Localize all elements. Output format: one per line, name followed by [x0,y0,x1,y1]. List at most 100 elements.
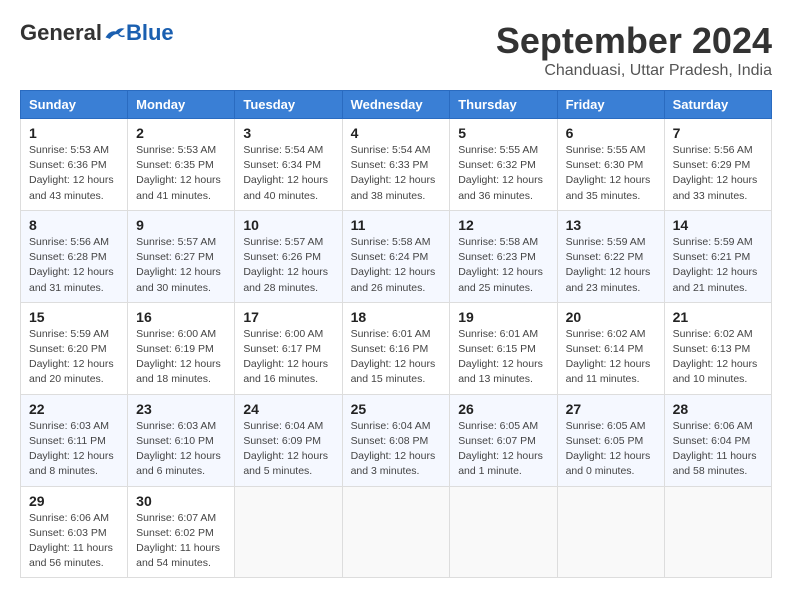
day-number: 17 [243,309,333,325]
calendar-cell: 27 Sunrise: 6:05 AM Sunset: 6:05 PM Dayli… [557,394,664,486]
calendar-cell: 7Sunrise: 5:56 AM Sunset: 6:29 PM Daylig… [664,119,771,211]
day-info: Sunrise: 5:55 AM Sunset: 6:32 PM Dayligh… [458,143,548,204]
calendar-cell: 15 Sunrise: 5:59 AM Sunset: 6:20 PM Dayli… [21,302,128,394]
day-number: 23 [136,401,226,417]
calendar-cell: 30 Sunrise: 6:07 AM Sunset: 6:02 PM Dayli… [128,486,235,578]
day-info: Sunrise: 5:59 AM Sunset: 6:20 PM Dayligh… [29,327,119,388]
calendar-cell: 18 Sunrise: 6:01 AM Sunset: 6:16 PM Dayli… [342,302,450,394]
day-info: Sunrise: 6:03 AM Sunset: 6:10 PM Dayligh… [136,419,226,480]
day-number: 21 [673,309,763,325]
calendar-cell [235,486,342,578]
day-info: Sunrise: 5:59 AM Sunset: 6:21 PM Dayligh… [673,235,763,296]
calendar-cell: 4 Sunrise: 5:54 AM Sunset: 6:33 PM Daylig… [342,119,450,211]
day-number: 30 [136,493,226,509]
title-area: September 2024 Chanduasi, Uttar Pradesh,… [496,20,772,80]
day-number: 9 [136,217,226,233]
day-number: 18 [351,309,442,325]
calendar-cell: 12 Sunrise: 5:58 AM Sunset: 6:23 PM Dayli… [450,210,557,302]
day-info: Sunrise: 6:02 AM Sunset: 6:14 PM Dayligh… [566,327,656,388]
calendar-cell: 19 Sunrise: 6:01 AM Sunset: 6:15 PM Dayli… [450,302,557,394]
day-number: 3 [243,125,333,141]
calendar-header-row: SundayMondayTuesdayWednesdayThursdayFrid… [21,91,772,119]
day-number: 14 [673,217,763,233]
month-title: September 2024 [496,20,772,62]
day-info: Sunrise: 5:58 AM Sunset: 6:23 PM Dayligh… [458,235,548,296]
day-info: Sunrise: 5:53 AM Sunset: 6:35 PM Dayligh… [136,143,226,204]
calendar-cell: 23 Sunrise: 6:03 AM Sunset: 6:10 PM Dayli… [128,394,235,486]
weekday-header-thursday: Thursday [450,91,557,119]
calendar-cell: 11Sunrise: 5:58 AM Sunset: 6:24 PM Dayli… [342,210,450,302]
calendar-cell: 13 Sunrise: 5:59 AM Sunset: 6:22 PM Dayli… [557,210,664,302]
day-number: 2 [136,125,226,141]
calendar-cell: 25 Sunrise: 6:04 AM Sunset: 6:08 PM Dayli… [342,394,450,486]
calendar-cell: 26 Sunrise: 6:05 AM Sunset: 6:07 PM Dayli… [450,394,557,486]
day-info: Sunrise: 6:01 AM Sunset: 6:16 PM Dayligh… [351,327,442,388]
day-number: 6 [566,125,656,141]
location-title: Chanduasi, Uttar Pradesh, India [496,62,772,80]
day-number: 7 [673,125,763,141]
day-number: 20 [566,309,656,325]
day-number: 10 [243,217,333,233]
day-number: 15 [29,309,119,325]
calendar-cell: 6 Sunrise: 5:55 AM Sunset: 6:30 PM Daylig… [557,119,664,211]
calendar-cell: 10 Sunrise: 5:57 AM Sunset: 6:26 PM Dayli… [235,210,342,302]
day-info: Sunrise: 5:54 AM Sunset: 6:34 PM Dayligh… [243,143,333,204]
day-info: Sunrise: 5:59 AM Sunset: 6:22 PM Dayligh… [566,235,656,296]
calendar-cell: 2 Sunrise: 5:53 AM Sunset: 6:35 PM Daylig… [128,119,235,211]
calendar-week-row: 29 Sunrise: 6:06 AM Sunset: 6:03 PM Dayli… [21,486,772,578]
day-info: Sunrise: 6:05 AM Sunset: 6:07 PM Dayligh… [458,419,548,480]
day-info: Sunrise: 6:03 AM Sunset: 6:11 PM Dayligh… [29,419,119,480]
logo-general-text: General [20,20,102,46]
day-info: Sunrise: 6:04 AM Sunset: 6:08 PM Dayligh… [351,419,442,480]
day-number: 27 [566,401,656,417]
calendar-cell: 28 Sunrise: 6:06 AM Sunset: 6:04 PM Dayli… [664,394,771,486]
calendar-week-row: 1 Sunrise: 5:53 AM Sunset: 6:36 PM Daylig… [21,119,772,211]
calendar-cell [664,486,771,578]
day-info: Sunrise: 6:06 AM Sunset: 6:03 PM Dayligh… [29,511,119,572]
calendar-cell: 3 Sunrise: 5:54 AM Sunset: 6:34 PM Daylig… [235,119,342,211]
calendar-cell [342,486,450,578]
day-info: Sunrise: 6:07 AM Sunset: 6:02 PM Dayligh… [136,511,226,572]
weekday-header-friday: Friday [557,91,664,119]
calendar-cell: 20 Sunrise: 6:02 AM Sunset: 6:14 PM Dayli… [557,302,664,394]
calendar-cell [450,486,557,578]
day-number: 4 [351,125,442,141]
calendar-cell: 22 Sunrise: 6:03 AM Sunset: 6:11 PM Dayli… [21,394,128,486]
day-info: Sunrise: 6:05 AM Sunset: 6:05 PM Dayligh… [566,419,656,480]
page-header: General Blue September 2024 Chanduasi, U… [20,20,772,80]
calendar-cell: 5 Sunrise: 5:55 AM Sunset: 6:32 PM Daylig… [450,119,557,211]
day-number: 19 [458,309,548,325]
weekday-header-tuesday: Tuesday [235,91,342,119]
day-info: Sunrise: 5:57 AM Sunset: 6:26 PM Dayligh… [243,235,333,296]
day-number: 29 [29,493,119,509]
day-number: 8 [29,217,119,233]
day-info: Sunrise: 5:57 AM Sunset: 6:27 PM Dayligh… [136,235,226,296]
day-number: 16 [136,309,226,325]
calendar-week-row: 8Sunrise: 5:56 AM Sunset: 6:28 PM Daylig… [21,210,772,302]
day-info: Sunrise: 6:01 AM Sunset: 6:15 PM Dayligh… [458,327,548,388]
day-info: Sunrise: 6:00 AM Sunset: 6:19 PM Dayligh… [136,327,226,388]
day-number: 22 [29,401,119,417]
day-number: 26 [458,401,548,417]
logo: General Blue [20,20,174,46]
day-number: 25 [351,401,442,417]
logo-bird-icon [104,24,126,42]
calendar-table: SundayMondayTuesdayWednesdayThursdayFrid… [20,90,772,578]
day-info: Sunrise: 5:54 AM Sunset: 6:33 PM Dayligh… [351,143,442,204]
calendar-week-row: 22 Sunrise: 6:03 AM Sunset: 6:11 PM Dayli… [21,394,772,486]
weekday-header-sunday: Sunday [21,91,128,119]
day-info: Sunrise: 5:55 AM Sunset: 6:30 PM Dayligh… [566,143,656,204]
day-info: Sunrise: 5:53 AM Sunset: 6:36 PM Dayligh… [29,143,119,204]
calendar-cell: 8Sunrise: 5:56 AM Sunset: 6:28 PM Daylig… [21,210,128,302]
day-number: 28 [673,401,763,417]
day-number: 13 [566,217,656,233]
calendar-cell: 16 Sunrise: 6:00 AM Sunset: 6:19 PM Dayli… [128,302,235,394]
logo-blue-text: Blue [126,20,174,46]
day-info: Sunrise: 6:06 AM Sunset: 6:04 PM Dayligh… [673,419,763,480]
day-number: 5 [458,125,548,141]
weekday-header-monday: Monday [128,91,235,119]
calendar-cell: 21Sunrise: 6:02 AM Sunset: 6:13 PM Dayli… [664,302,771,394]
day-number: 1 [29,125,119,141]
calendar-cell: 17Sunrise: 6:00 AM Sunset: 6:17 PM Dayli… [235,302,342,394]
day-number: 12 [458,217,548,233]
